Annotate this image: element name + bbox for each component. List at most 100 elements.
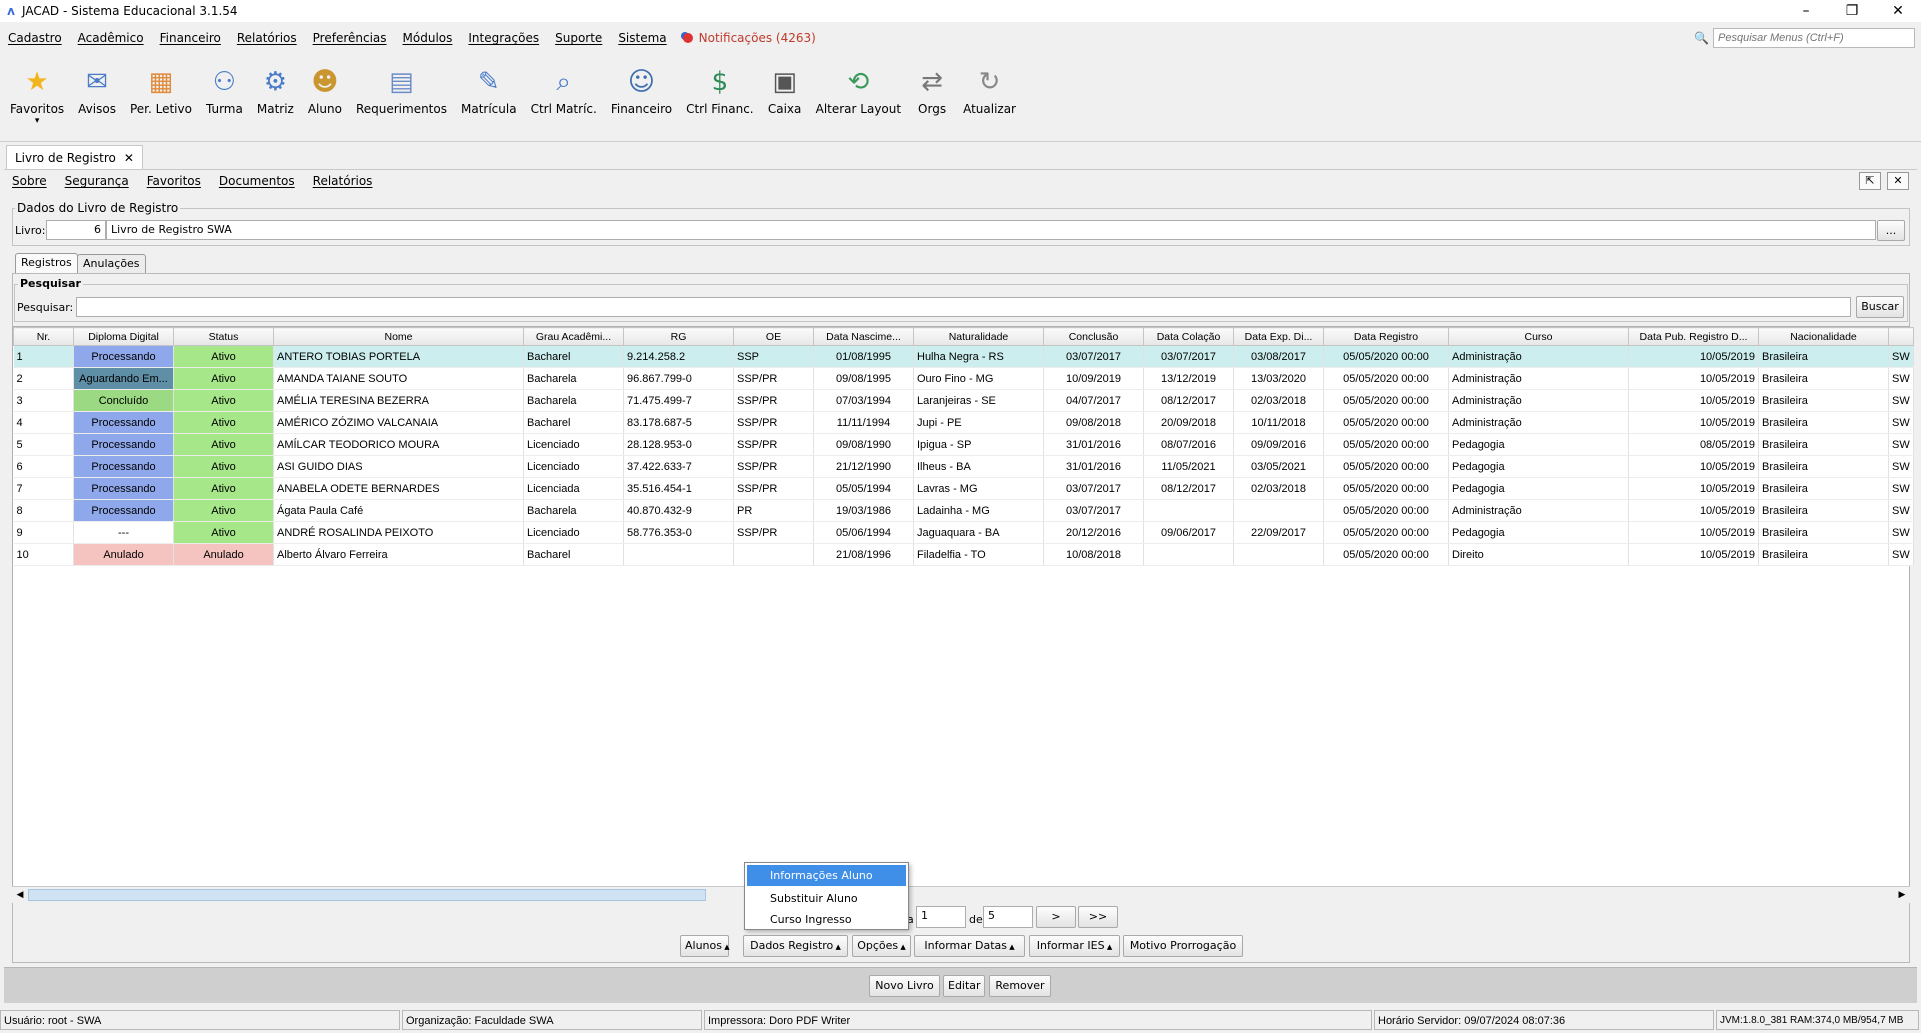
action-dados-registro-button[interactable]: Dados Registro ▲ bbox=[743, 935, 848, 957]
menu-academico[interactable]: Acadêmico bbox=[78, 31, 144, 45]
menu-modulos[interactable]: Módulos bbox=[403, 31, 453, 45]
column-header[interactable]: Grau Acadêmi... bbox=[523, 327, 624, 346]
table-row[interactable]: 1 Processando Ativo ANTERO TOBIAS PORTELA Ba… bbox=[13, 345, 1914, 368]
table-cell: 11/05/2021 bbox=[1143, 455, 1234, 478]
menu-relatorios[interactable]: Relatórios bbox=[237, 31, 297, 45]
last-page-button[interactable]: >> bbox=[1078, 906, 1118, 928]
table-cell: PR bbox=[733, 499, 814, 522]
menu-suporte[interactable]: Suporte bbox=[555, 31, 602, 45]
table-row[interactable]: 3 Concluído Ativo AMÉLIA TERESINA BEZERRA Ba… bbox=[13, 389, 1914, 412]
toolbar-search-doc-button[interactable]: ⌕ Ctrl Matríc. bbox=[531, 54, 597, 117]
action-opcoes-button[interactable]: Opções ▲ bbox=[852, 935, 911, 957]
table-cell: Brasileira bbox=[1758, 345, 1889, 368]
toolbar-envelope-button[interactable]: ✉ Avisos bbox=[78, 54, 116, 116]
scrollbar-thumb[interactable] bbox=[28, 889, 706, 901]
toolbar-star-button[interactable]: ★ Favoritos ▾ bbox=[10, 54, 64, 126]
close-window-icon[interactable]: ✕ bbox=[1875, 0, 1921, 22]
next-page-button[interactable]: > bbox=[1036, 906, 1076, 928]
submenu-relatorios[interactable]: Relatórios bbox=[313, 174, 373, 188]
column-header[interactable]: Nr. bbox=[13, 327, 74, 346]
toolbar-cash-register-button[interactable]: ▣ Caixa bbox=[768, 54, 802, 116]
menu-sistema[interactable]: Sistema bbox=[618, 31, 666, 45]
action-informar-ies-button[interactable]: Informar IES ▲ bbox=[1029, 935, 1120, 957]
scroll-left-icon[interactable]: ◀ bbox=[13, 888, 27, 902]
action-alunos-button[interactable]: Alunos ▲ bbox=[680, 935, 730, 957]
remover-button[interactable]: Remover bbox=[989, 975, 1051, 997]
close-panel-icon[interactable]: ✕ bbox=[1887, 172, 1909, 190]
table-row[interactable]: 5 Processando Ativo AMÍLCAR TEODORICO MOURA… bbox=[13, 433, 1914, 456]
search-input[interactable] bbox=[76, 297, 1851, 317]
column-header[interactable]: Nacionalidade bbox=[1758, 327, 1889, 346]
submenu-favoritos[interactable]: Favoritos bbox=[147, 174, 201, 188]
detach-icon[interactable]: ⇱ bbox=[1859, 172, 1881, 190]
toolbar-request-button[interactable]: ▤ Requerimentos bbox=[356, 54, 447, 116]
column-header[interactable]: Data Nascime... bbox=[813, 327, 914, 346]
toolbar-calendar-button[interactable]: ▦ Per. Letivo bbox=[130, 54, 192, 116]
table-cell: Ativo bbox=[173, 499, 274, 522]
minimize-icon[interactable]: – bbox=[1783, 0, 1829, 22]
toolbar-money-hand-button[interactable]: $ Ctrl Financ. bbox=[686, 54, 754, 116]
action-motivo-prorrogacao-button[interactable]: Motivo Prorrogação bbox=[1123, 935, 1243, 957]
popup-item-informacoes-aluno[interactable]: Informações Aluno bbox=[747, 865, 906, 886]
cash-register-icon: ▣ bbox=[772, 67, 797, 97]
page-number-input[interactable]: 1 bbox=[916, 906, 966, 928]
notifications-menu[interactable]: Notificações (4263) bbox=[682, 31, 816, 45]
restore-icon[interactable]: ❐ bbox=[1829, 0, 1875, 22]
column-header[interactable] bbox=[1888, 327, 1914, 346]
column-header[interactable]: Data Pub. Registro D... bbox=[1628, 327, 1759, 346]
toolbar-finance-user-button[interactable]: ☺ Financeiro bbox=[611, 54, 672, 116]
close-tab-icon[interactable]: ✕ bbox=[124, 151, 134, 165]
column-header[interactable]: OE bbox=[733, 327, 814, 346]
action-informar-datas-button[interactable]: Informar Datas ▲ bbox=[914, 935, 1025, 957]
column-header[interactable]: Diploma Digital bbox=[73, 327, 174, 346]
menu-integracoes[interactable]: Integrações bbox=[468, 31, 539, 45]
submenu-seguranca[interactable]: Segurança bbox=[65, 174, 129, 188]
column-header[interactable]: Data Exp. Di... bbox=[1233, 327, 1324, 346]
table-row[interactable]: 6 Processando Ativo ASI GUIDO DIAS Licenciad… bbox=[13, 455, 1914, 478]
toolbar-matrix-button[interactable]: ⚙ Matriz bbox=[257, 54, 294, 116]
livro-name-field[interactable]: Livro de Registro SWA bbox=[106, 220, 1876, 240]
column-header[interactable]: Curso bbox=[1448, 327, 1629, 346]
toolbar-swap-button[interactable]: ⇄ Orgs bbox=[915, 54, 949, 116]
table-row[interactable]: 8 Processando Ativo Ágata Paula Café Bachare… bbox=[13, 499, 1914, 522]
menu-financeiro[interactable]: Financeiro bbox=[160, 31, 221, 45]
column-header[interactable]: RG bbox=[623, 327, 734, 346]
horizontal-scrollbar[interactable]: ◀ ▶ bbox=[12, 886, 1910, 903]
popup-item-curso-ingresso[interactable]: Curso Ingresso bbox=[745, 909, 908, 930]
submenu-sobre[interactable]: Sobre bbox=[12, 174, 47, 188]
tab-registros[interactable]: Registros bbox=[15, 253, 78, 274]
menu-preferencias[interactable]: Preferências bbox=[313, 31, 387, 45]
column-header[interactable]: Status bbox=[173, 327, 274, 346]
table-cell: Brasileira bbox=[1758, 389, 1889, 412]
document-tab-livro-registro[interactable]: Livro de Registro ✕ bbox=[6, 145, 143, 169]
submenu-documentos[interactable]: Documentos bbox=[219, 174, 295, 188]
editar-button[interactable]: Editar bbox=[943, 975, 985, 997]
table-row[interactable]: 4 Processando Ativo AMÉRICO ZÓZIMO VALCANAI… bbox=[13, 411, 1914, 434]
scroll-right-icon[interactable]: ▶ bbox=[1895, 888, 1909, 902]
popup-item-substituir-aluno[interactable]: Substituir Aluno bbox=[745, 888, 908, 909]
column-header[interactable]: Data Registro bbox=[1323, 327, 1449, 346]
tab-anulacoes[interactable]: Anulações bbox=[77, 254, 146, 273]
column-header[interactable]: Naturalidade bbox=[913, 327, 1044, 346]
column-header[interactable]: Data Colação bbox=[1143, 327, 1234, 346]
toolbar-student-button[interactable]: ☻ Aluno bbox=[308, 54, 342, 116]
table-row[interactable]: 10 Anulado Anulado Alberto Álvaro Ferreira B… bbox=[13, 543, 1914, 566]
chevron-down-icon[interactable]: ▾ bbox=[35, 116, 40, 126]
table-cell: Ouro Fino - MG bbox=[913, 367, 1044, 390]
novo-livro-button[interactable]: Novo Livro bbox=[869, 975, 940, 997]
table-cell: Ativo bbox=[173, 345, 274, 368]
livro-number-field[interactable]: 6 bbox=[46, 220, 106, 240]
table-row[interactable]: 9 --- Ativo ANDRÉ ROSALINDA PEIXOTO Licencia… bbox=[13, 521, 1914, 544]
toolbar-refresh-button[interactable]: ↻ Atualizar bbox=[963, 54, 1016, 116]
column-header[interactable]: Nome bbox=[273, 327, 524, 346]
table-row[interactable]: 7 Processando Ativo ANABELA ODETE BERNARDES… bbox=[13, 477, 1914, 500]
livro-lookup-button[interactable]: ... bbox=[1877, 220, 1905, 241]
column-header[interactable]: Conclusão bbox=[1043, 327, 1144, 346]
menu-search-input[interactable] bbox=[1713, 28, 1915, 48]
toolbar-group-button[interactable]: ⚇ Turma bbox=[206, 54, 243, 116]
menu-cadastro[interactable]: Cadastro bbox=[8, 31, 62, 45]
toolbar-enrollment-button[interactable]: ✎ Matrícula bbox=[461, 54, 517, 116]
toolbar-layout-refresh-button[interactable]: ⟲ Alterar Layout bbox=[816, 54, 901, 116]
search-button[interactable]: Buscar bbox=[1856, 296, 1904, 318]
table-row[interactable]: 2 Aguardando Em... Ativo AMANDA TAIANE SOUT… bbox=[13, 367, 1914, 390]
